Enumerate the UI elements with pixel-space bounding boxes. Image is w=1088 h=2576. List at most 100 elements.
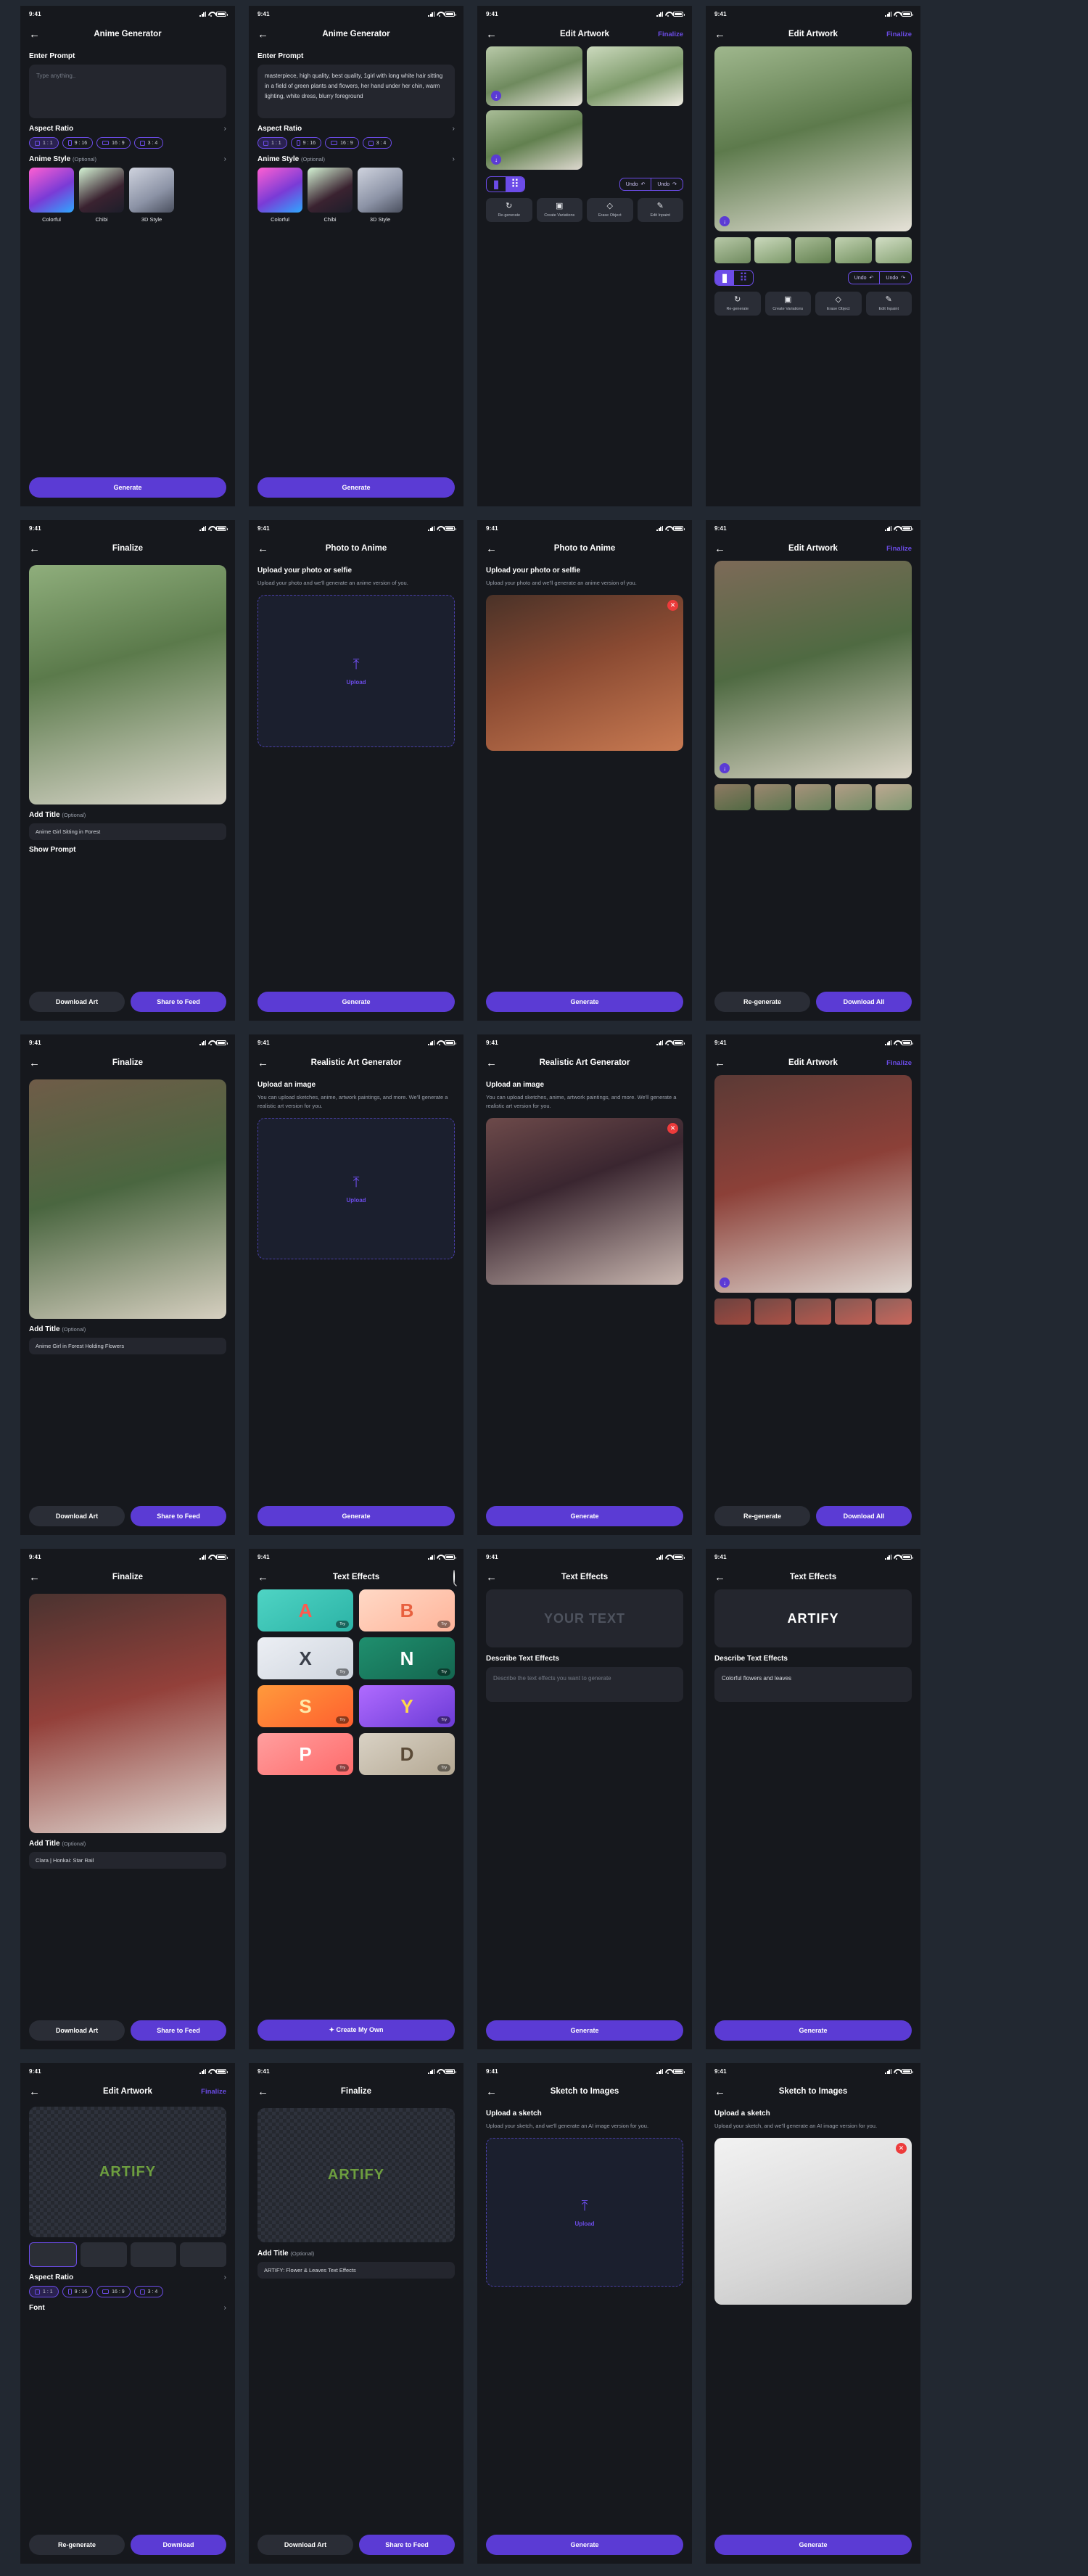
back-arrow-icon[interactable]: ← xyxy=(714,543,725,554)
artwork-preview[interactable]: ↓ xyxy=(714,1075,912,1293)
generate-button[interactable]: Generate xyxy=(486,2535,683,2555)
artwork-cell[interactable]: ↓ xyxy=(486,110,582,170)
filmstrip-thumb[interactable] xyxy=(714,784,751,810)
re-generate-button[interactable]: Re-generate xyxy=(714,1506,810,1526)
back-arrow-icon[interactable]: ← xyxy=(486,1572,497,1583)
re-generate-button[interactable]: Re-generate xyxy=(29,2535,125,2555)
create-my-own-button[interactable]: ✦ Create My Own xyxy=(257,2020,455,2041)
aspect-chip-1-1[interactable]: 1 : 1 xyxy=(29,2286,59,2297)
back-arrow-icon[interactable]: ← xyxy=(257,1572,268,1583)
back-arrow-icon[interactable]: ← xyxy=(486,2086,497,2097)
back-arrow-icon[interactable]: ← xyxy=(29,2086,40,2097)
aspect-chip-3-4[interactable]: 3 : 4 xyxy=(133,2286,164,2297)
upload-dropzone[interactable]: ⤒ Upload xyxy=(257,1118,455,1259)
aspect-chip-16-9[interactable]: 16 : 9 xyxy=(325,137,359,149)
remove-image-icon[interactable]: ✕ xyxy=(667,600,678,611)
artwork-cell[interactable] xyxy=(587,46,683,106)
filmstrip-thumb[interactable] xyxy=(754,1299,791,1325)
tool-re-generate[interactable]: ↻ Re-generate xyxy=(714,292,761,316)
prompt-input[interactable]: masterpiece, high quality, best quality,… xyxy=(257,65,455,118)
filmstrip-thumb[interactable] xyxy=(794,784,832,810)
back-arrow-icon[interactable]: ← xyxy=(714,1572,725,1583)
effect-card[interactable]: B Try xyxy=(359,1589,455,1631)
generate-button[interactable]: Generate xyxy=(714,2020,912,2041)
aspect-ratio-header[interactable]: Aspect Ratio › xyxy=(29,2273,226,2281)
remove-image-icon[interactable]: ✕ xyxy=(896,2143,907,2154)
aspect-chip-16-9[interactable]: 16 : 9 xyxy=(96,2286,131,2297)
finalize-button[interactable]: Finalize xyxy=(886,1059,912,1067)
tool-re-generate[interactable]: ↻ Re-generate xyxy=(486,198,532,222)
download-icon[interactable]: ↓ xyxy=(491,91,501,101)
single-view-icon[interactable]: ▮ xyxy=(487,177,506,192)
tool-erase-object[interactable]: ◇ Erase Object xyxy=(815,292,862,316)
download-art-button[interactable]: Download Art xyxy=(257,2535,353,2555)
back-arrow-icon[interactable]: ← xyxy=(486,1058,497,1069)
download-icon[interactable]: ↓ xyxy=(720,216,730,226)
artwork-preview[interactable]: ↓ xyxy=(714,46,912,231)
variation-thumb[interactable] xyxy=(29,2242,77,2267)
back-arrow-icon[interactable]: ← xyxy=(257,2086,268,2097)
back-arrow-icon[interactable]: ← xyxy=(714,1058,725,1069)
finalize-button[interactable]: Finalize xyxy=(886,30,912,38)
filmstrip-thumb[interactable] xyxy=(794,1299,832,1325)
generate-button[interactable]: Generate xyxy=(257,992,455,1012)
back-arrow-icon[interactable]: ← xyxy=(257,543,268,554)
undo-button[interactable]: Undo ↶ xyxy=(620,178,651,190)
download-all-button[interactable]: Download All xyxy=(816,1506,912,1526)
share-to-feed-button[interactable]: Share to Feed xyxy=(131,992,226,1012)
style-card-chibi[interactable]: Chibi xyxy=(79,168,124,223)
aspect-chip-9-16[interactable]: 9 : 16 xyxy=(62,137,94,149)
tool-create-variations[interactable]: ▣ Create Variations xyxy=(765,292,811,316)
effect-card[interactable]: S Try xyxy=(257,1685,353,1727)
aspect-chip-3-4[interactable]: 3 : 4 xyxy=(133,137,164,149)
back-arrow-icon[interactable]: ← xyxy=(257,1058,268,1069)
variation-thumb[interactable] xyxy=(180,2242,226,2267)
artwork-canvas[interactable]: ARTIFY xyxy=(29,2107,226,2237)
filmstrip-thumb[interactable] xyxy=(714,1299,751,1325)
grid-view-icon[interactable]: ⠿ xyxy=(734,271,753,285)
finalize-button[interactable]: Finalize xyxy=(886,545,912,553)
generate-button[interactable]: Generate xyxy=(486,992,683,1012)
filmstrip-thumb[interactable] xyxy=(875,784,912,810)
download-art-button[interactable]: Download Art xyxy=(29,1506,125,1526)
tool-erase-object[interactable]: ◇ Erase Object xyxy=(587,198,633,222)
effect-card[interactable]: D Try xyxy=(359,1733,455,1775)
back-arrow-icon[interactable]: ← xyxy=(29,543,40,554)
undo-button[interactable]: Undo ↶ xyxy=(849,272,880,284)
back-arrow-icon[interactable]: ← xyxy=(257,29,268,40)
share-to-feed-button[interactable]: Share to Feed xyxy=(131,1506,226,1526)
anime-style-header[interactable]: Anime Style (Optional) › xyxy=(257,155,455,163)
title-input[interactable]: Anime Girl in Forest Holding Flowers xyxy=(29,1338,226,1354)
back-arrow-icon[interactable]: ← xyxy=(29,1572,40,1583)
filmstrip-thumb[interactable] xyxy=(835,1299,872,1325)
upload-dropzone[interactable]: ⤒ Upload xyxy=(257,595,455,747)
generate-button[interactable]: Generate xyxy=(486,1506,683,1526)
back-arrow-icon[interactable]: ← xyxy=(714,2086,725,2097)
title-input[interactable]: Anime Girl Sitting in Forest xyxy=(29,823,226,840)
prompt-input[interactable]: Type anything.. xyxy=(29,65,226,118)
back-arrow-icon[interactable]: ← xyxy=(29,1058,40,1069)
finalize-button[interactable]: Finalize xyxy=(658,30,683,38)
generate-button[interactable]: Generate xyxy=(257,477,455,498)
font-header[interactable]: Font › xyxy=(29,2304,226,2312)
grid-view-icon[interactable]: ⠿ xyxy=(506,177,524,192)
aspect-chip-3-4[interactable]: 3 : 4 xyxy=(362,137,392,149)
describe-input[interactable]: Describe the text effects you want to ge… xyxy=(486,1667,683,1702)
artwork-preview[interactable]: ↓ xyxy=(714,561,912,778)
aspect-chip-9-16[interactable]: 9 : 16 xyxy=(62,2286,94,2297)
artwork-cell[interactable]: ↓ xyxy=(486,46,582,106)
style-card-3d-style[interactable]: 3D Style xyxy=(358,168,403,223)
download-icon[interactable]: ↓ xyxy=(720,1277,730,1288)
filmstrip-thumb[interactable] xyxy=(754,237,791,263)
upload-dropzone[interactable]: ⤒ Upload xyxy=(486,2138,683,2287)
title-input[interactable]: Clara | Honkai: Star Rail xyxy=(29,1852,226,1869)
aspect-chip-9-16[interactable]: 9 : 16 xyxy=(290,137,322,149)
tool-edit-inpaint[interactable]: ✎ Edit Inpaint xyxy=(865,292,912,316)
aspect-chip-1-1[interactable]: 1 : 1 xyxy=(29,137,59,149)
describe-input[interactable]: Colorful flowers and leaves xyxy=(714,1667,912,1702)
back-arrow-icon[interactable]: ← xyxy=(29,29,40,40)
filmstrip-thumb[interactable] xyxy=(875,237,912,263)
finalize-button[interactable]: Finalize xyxy=(201,2088,226,2096)
artwork-cell[interactable] xyxy=(587,110,683,170)
variation-thumb[interactable] xyxy=(130,2242,177,2267)
